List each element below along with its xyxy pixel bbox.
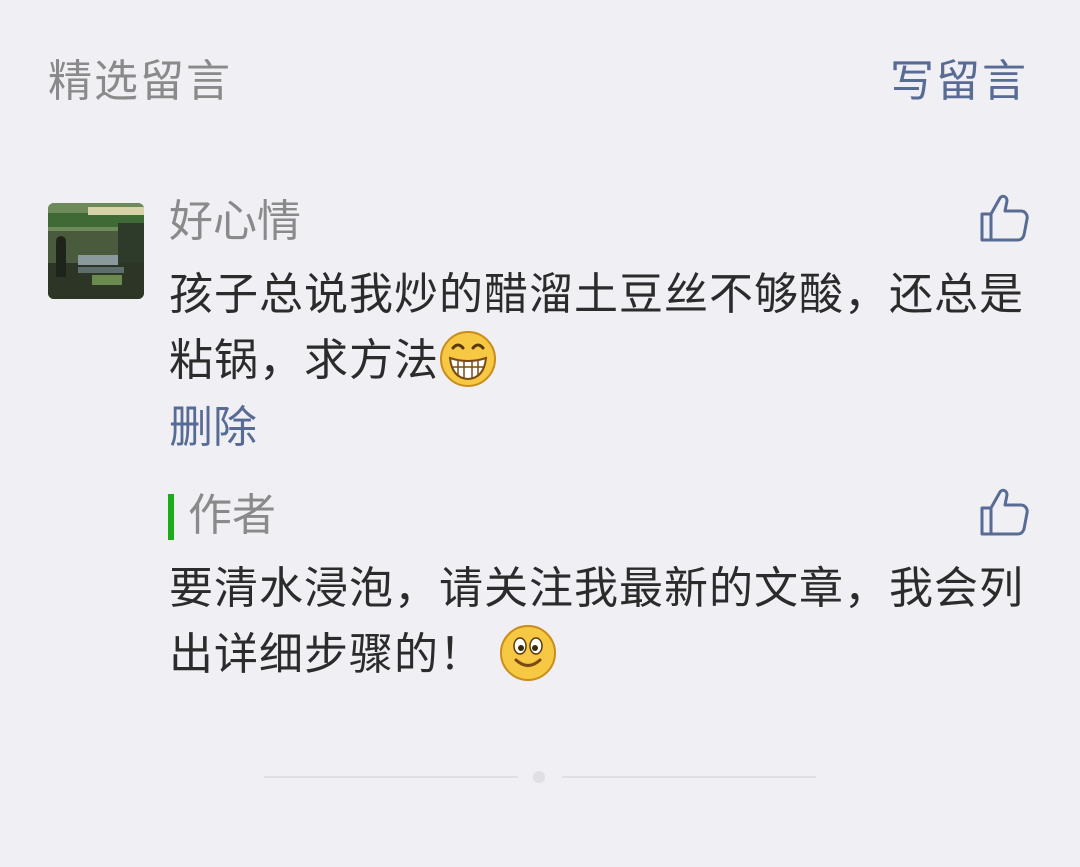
reply-text: 要清水浸泡，请关注我最新的文章，我会列出详细步骤的！ (169, 556, 1029, 688)
divider-dot (533, 771, 545, 783)
reply-body: 要清水浸泡，请关注我最新的文章，我会列出详细步骤的！ (169, 563, 1024, 680)
delete-comment-link[interactable]: 删除 (169, 402, 257, 454)
thumbs-up-icon[interactable] (978, 192, 1030, 248)
thumbs-up-icon[interactable] (978, 486, 1030, 542)
divider-line-left (264, 776, 518, 778)
write-comment-link[interactable]: 写留言 (890, 56, 1028, 108)
author-reply-indicator (168, 494, 174, 540)
avatar-image (48, 203, 144, 299)
divider-line-right (562, 776, 816, 778)
grin-emoji-icon (440, 331, 496, 387)
comment-body: 孩子总说我炒的醋溜土豆丝不够酸，还总是粘锅，求方法 (169, 269, 1024, 386)
section-title: 精选留言 (48, 56, 232, 107)
comment-nickname: 好心情 (169, 196, 301, 247)
smile-emoji-icon (500, 625, 556, 681)
reply-author-label: 作者 (188, 490, 276, 541)
avatar[interactable] (48, 203, 144, 299)
comment-text: 孩子总说我炒的醋溜土豆丝不够酸，还总是粘锅，求方法 (169, 262, 1029, 394)
